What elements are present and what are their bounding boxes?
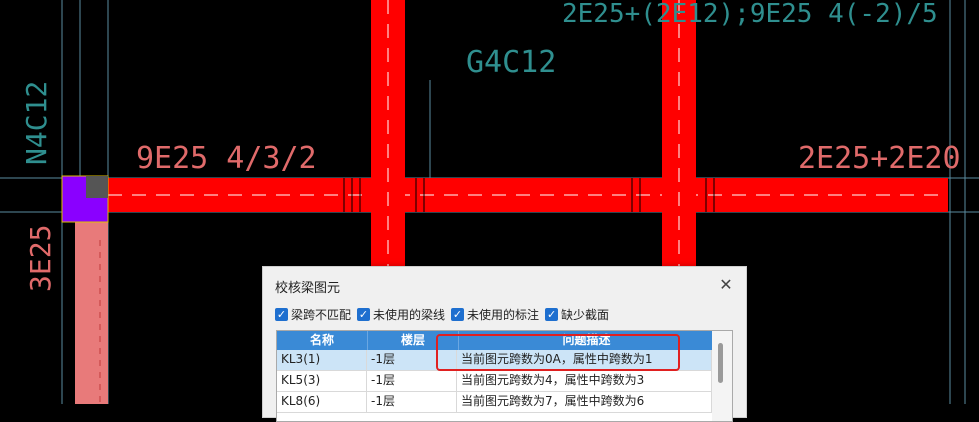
table-row[interactable]: KL8(6) -1层 当前图元跨数为7，属性中跨数为6 [277, 392, 732, 413]
table-header: 名称 楼层 问题描述 [277, 331, 732, 350]
header-description[interactable]: 问题描述 [459, 331, 715, 350]
header-name[interactable]: 名称 [277, 331, 368, 350]
filter-missing-section[interactable]: ✓ 缺少截面 [545, 306, 609, 322]
label-n4c12[interactable]: N4C12 [20, 81, 53, 165]
close-icon[interactable]: ✕ [718, 277, 734, 293]
table-row[interactable]: KL3(1) -1层 当前图元跨数为0A，属性中跨数为1 [277, 350, 732, 371]
checkbox-checked-icon[interactable]: ✓ [357, 307, 371, 321]
label-g4c12[interactable]: G4C12 [466, 45, 556, 80]
label-3e25[interactable]: 3E25 [24, 225, 57, 292]
scrollbar-thumb[interactable] [718, 343, 723, 383]
issues-table: 名称 楼层 问题描述 KL3(1) -1层 当前图元跨数为0A，属性中跨数为1 … [276, 330, 733, 422]
checkbox-checked-icon[interactable]: ✓ [451, 307, 465, 321]
label-top-right[interactable]: 2E25+(2E12);9E25 4(-2)/5 [562, 0, 938, 29]
filter-unused-labels[interactable]: ✓ 未使用的标注 [451, 306, 539, 322]
filter-span-mismatch[interactable]: ✓ 梁跨不匹配 [275, 306, 351, 322]
label-beam-left[interactable]: 9E25 4/3/2 [136, 141, 317, 176]
dialog-title: 校核梁图元 [275, 281, 341, 296]
check-beam-dialog: 校核梁图元 ✕ ✓ 梁跨不匹配 ✓ 未使用的梁线 ✓ 未使用的标注 ✓ 缺少截面 名称 … [262, 266, 747, 422]
table-row[interactable]: KL5(3) -1层 当前图元跨数为4，属性中跨数为3 [277, 371, 732, 392]
checkbox-checked-icon[interactable]: ✓ [545, 307, 559, 321]
table-scrollbar[interactable] [712, 331, 732, 421]
column-grip[interactable] [86, 176, 108, 198]
filter-unused-beam-lines[interactable]: ✓ 未使用的梁线 [357, 306, 445, 322]
header-floor[interactable]: 楼层 [368, 331, 459, 350]
checkbox-checked-icon[interactable]: ✓ [275, 307, 288, 321]
label-beam-right[interactable]: 2E25+2E20 [798, 141, 961, 176]
beam-vertical-left[interactable] [75, 212, 108, 404]
filter-checkboxes: ✓ 梁跨不匹配 ✓ 未使用的梁线 ✓ 未使用的标注 ✓ 缺少截面 [275, 306, 615, 322]
